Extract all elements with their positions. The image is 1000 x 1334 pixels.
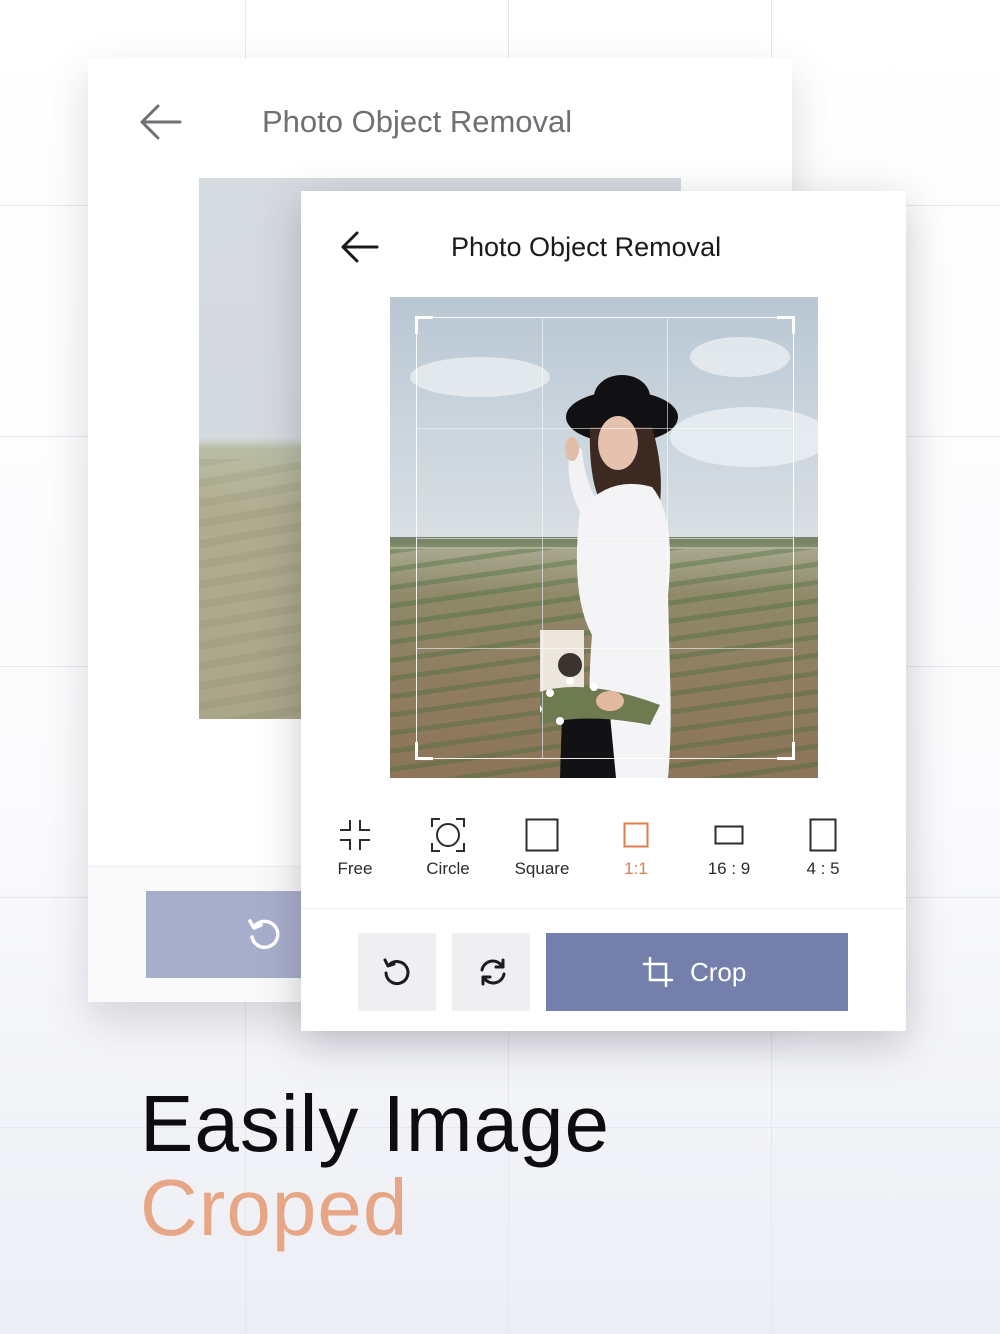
ratio-label: Free [337, 859, 373, 878]
screen-title: Photo Object Removal [262, 104, 573, 139]
ratio-option-1x1[interactable]: 1:1 [596, 811, 676, 891]
ratio-option-free[interactable]: Free [315, 811, 395, 891]
ratio-option-circle[interactable]: Circle [408, 811, 488, 891]
ratio-option-4x5[interactable]: 4 : 5 [783, 811, 863, 891]
back-arrow-icon[interactable] [339, 229, 379, 265]
crop-button[interactable]: Crop [546, 933, 848, 1011]
rotate-icon [248, 919, 280, 950]
ratio-label: Circle [426, 859, 470, 878]
screen-title: Photo Object Removal [451, 232, 722, 262]
action-bar: Crop [301, 908, 906, 1031]
photo-preview [390, 297, 818, 778]
aspect-ratio-bar: Free Circle Square 1:1 16: 9 4: 5 [301, 811, 906, 891]
circle-crop-icon [431, 818, 465, 852]
ratio-option-16x9[interactable]: 16 : 9 [689, 811, 769, 891]
crop-handle[interactable] [415, 742, 433, 760]
ratio-option-square[interactable]: Square [502, 811, 582, 891]
free-crop-icon [340, 820, 370, 850]
rotate-icon [383, 958, 410, 986]
crop-handle[interactable] [777, 316, 795, 334]
crop-frame[interactable] [415, 316, 795, 760]
ratio-label: 4 : 5 [806, 859, 840, 878]
headline-line-2: Croped [140, 1163, 409, 1252]
portrait-icon [809, 818, 837, 852]
flip-icon [480, 958, 506, 986]
widescreen-icon [714, 825, 744, 845]
ratio-label: Square [514, 859, 570, 878]
square-1x1-icon [623, 822, 649, 848]
crop-icon [642, 956, 674, 988]
crop-handle[interactable] [415, 316, 433, 334]
headline-line-1: Easily Image [140, 1079, 610, 1168]
flip-button[interactable] [452, 933, 530, 1011]
ratio-label: 1:1 [624, 859, 648, 878]
crop-button-label: Crop [690, 957, 747, 987]
square-icon [525, 818, 559, 852]
rotate-button[interactable] [358, 933, 436, 1011]
crop-handle[interactable] [777, 742, 795, 760]
crop-screen-card: Photo Object Removal Free Circle Square … [301, 191, 906, 1031]
ratio-label: 16 : 9 [707, 859, 751, 878]
back-arrow-icon [140, 104, 182, 140]
